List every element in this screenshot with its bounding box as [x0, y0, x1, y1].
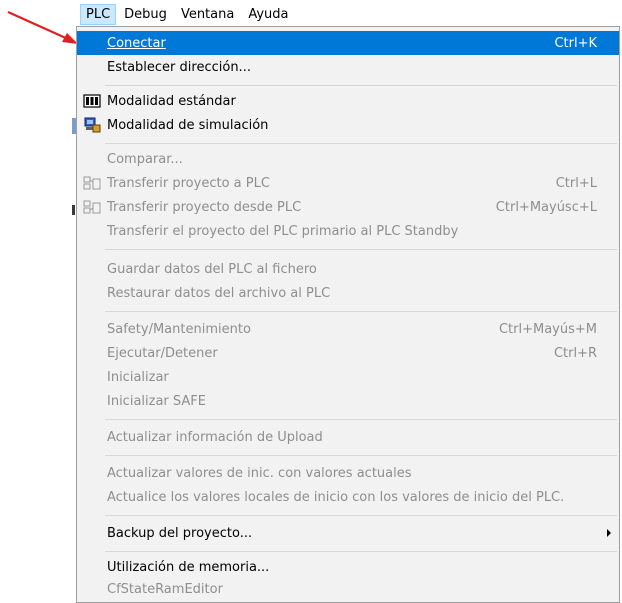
arrow-shaft: [7, 10, 69, 41]
menu-item-label: Establecer dirección...: [107, 59, 251, 75]
menu-item-modalidad-estandar[interactable]: Modalidad estándar: [77, 89, 619, 113]
menu-item-backup-proyecto[interactable]: Backup del proyecto...: [77, 521, 619, 545]
menu-separator: [105, 143, 617, 144]
menubar-plc[interactable]: PLC: [80, 3, 117, 25]
menu-bar: PLC Debug Ventana Ayuda: [80, 2, 297, 26]
menu-item-guardar-datos[interactable]: Guardar datos del PLC al fichero: [77, 257, 619, 281]
menu-item-label: Transferir el proyecto del PLC primario …: [107, 223, 459, 239]
menu-item-label: Backup del proyecto...: [107, 525, 253, 541]
standard-mode-icon: [83, 94, 101, 108]
menu-item-shortcut: Ctrl+K: [554, 35, 597, 51]
menu-item-transferir-a-plc[interactable]: Transferir proyecto a PLC Ctrl+L: [77, 171, 619, 195]
transfer-to-plc-icon: [83, 176, 101, 190]
menu-item-restaurar-datos[interactable]: Restaurar datos del archivo al PLC: [77, 281, 619, 305]
menu-separator: [105, 85, 617, 86]
menu-item-shortcut: Ctrl+R: [553, 345, 597, 361]
menu-item-shortcut: Ctrl+L: [555, 175, 597, 191]
menu-item-label: Transferir proyecto a PLC: [107, 175, 270, 191]
submenu-arrow-icon: [607, 529, 611, 537]
menu-item-label: Comparar...: [107, 151, 183, 167]
menu-item-label: Transferir proyecto desde PLC: [107, 199, 302, 215]
menubar-debug[interactable]: Debug: [118, 4, 173, 25]
menu-item-safety-mantenimiento[interactable]: Safety/Mantenimiento Ctrl+Mayús+M: [77, 317, 619, 341]
menu-item-actualice-valores-locales[interactable]: Actualice los valores locales de inicio …: [77, 485, 619, 509]
simulation-mode-icon: [84, 117, 101, 133]
menu-item-utilizacion-memoria[interactable]: Utilización de memoria...: [77, 555, 619, 579]
menu-separator: [105, 249, 617, 250]
menu-item-transferir-primario-standby[interactable]: Transferir el proyecto del PLC primario …: [77, 219, 619, 243]
menu-item-cfstateramEditor[interactable]: CfStateRamEditor: [77, 577, 619, 601]
menu-item-label: Modalidad estándar: [107, 93, 236, 109]
menu-item-label: Restaurar datos del archivo al PLC: [107, 285, 331, 301]
menu-item-transferir-desde-plc[interactable]: Transferir proyecto desde PLC Ctrl+Mayús…: [77, 195, 619, 219]
menu-item-actualizar-upload[interactable]: Actualizar información de Upload: [77, 425, 619, 449]
menu-item-inicializar[interactable]: Inicializar: [77, 365, 619, 389]
menu-item-label: Modalidad de simulación: [107, 117, 269, 133]
menu-item-label: Ejecutar/Detener: [107, 345, 218, 361]
menu-item-label: Utilización de memoria...: [107, 559, 270, 575]
background-window-fragment: [72, 205, 75, 215]
menu-item-label: Actualizar valores de inic. con valores …: [107, 465, 412, 481]
menu-separator: [105, 455, 617, 456]
menu-item-comparar[interactable]: Comparar...: [77, 147, 619, 171]
menubar-ayuda[interactable]: Ayuda: [242, 4, 294, 25]
menu-separator: [105, 515, 617, 516]
menu-item-label: Safety/Mantenimiento: [107, 321, 251, 337]
menubar-ventana[interactable]: Ventana: [175, 4, 240, 25]
menu-item-ejecutar-detener[interactable]: Ejecutar/Detener Ctrl+R: [77, 341, 619, 365]
menu-item-label: Conectar: [107, 35, 166, 51]
menu-item-inicializar-safe[interactable]: Inicializar SAFE: [77, 389, 619, 413]
menu-item-label: Actualizar información de Upload: [107, 429, 323, 445]
menu-item-label: CfStateRamEditor: [107, 581, 223, 597]
menu-separator: [105, 311, 617, 312]
menu-item-label: Inicializar: [107, 369, 169, 385]
plc-dropdown-menu: Conectar Ctrl+K Establecer dirección... …: [76, 26, 620, 603]
menu-item-shortcut: Ctrl+Mayúsc+L: [495, 199, 597, 215]
transfer-from-plc-icon: [83, 200, 101, 214]
menu-separator: [105, 551, 617, 552]
menu-item-conectar[interactable]: Conectar Ctrl+K: [77, 31, 619, 55]
menu-item-label: Actualice los valores locales de inicio …: [107, 489, 565, 505]
menu-item-establecer-direccion[interactable]: Establecer dirección...: [77, 55, 619, 79]
menu-item-shortcut: Ctrl+Mayús+M: [498, 321, 597, 337]
menu-item-modalidad-simulacion[interactable]: Modalidad de simulación: [77, 113, 619, 137]
menu-item-label: Guardar datos del PLC al fichero: [107, 261, 317, 277]
menu-separator: [105, 419, 617, 420]
menu-item-label: Inicializar SAFE: [107, 393, 206, 409]
menu-item-actualizar-valores-inic[interactable]: Actualizar valores de inic. con valores …: [77, 461, 619, 485]
